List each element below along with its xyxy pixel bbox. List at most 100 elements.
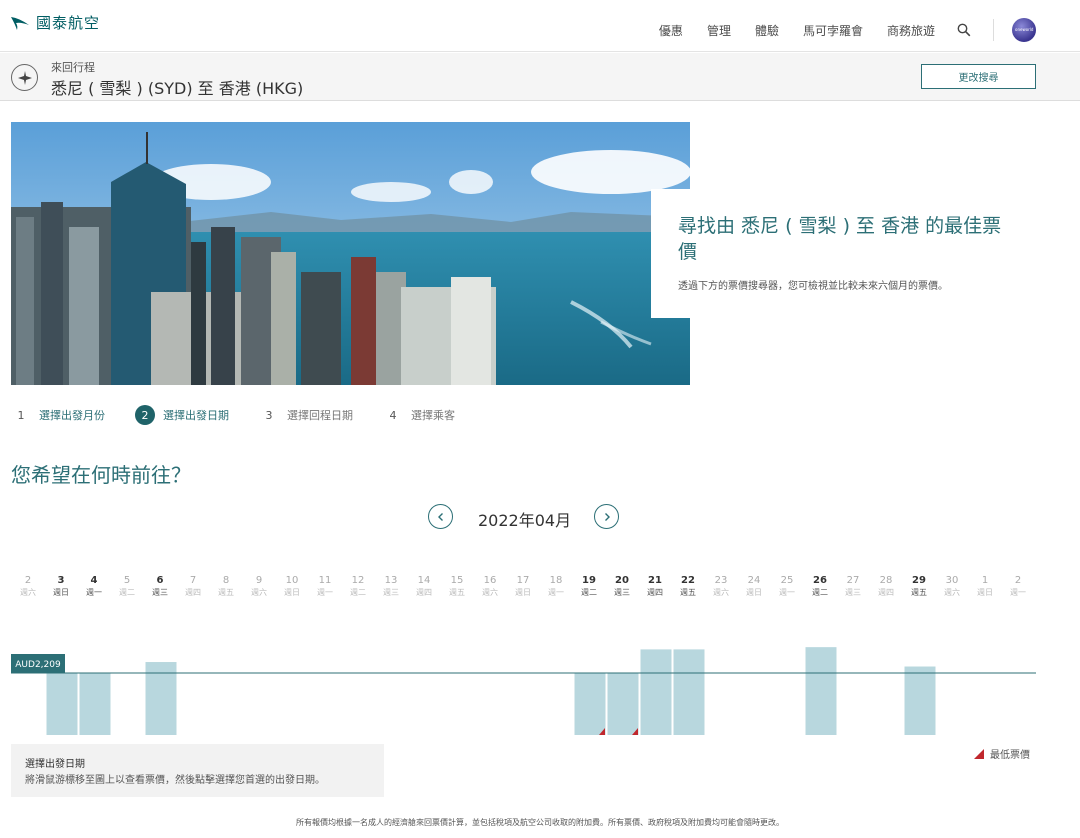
chevron-left-icon [437,512,443,521]
day-number-label: 30 [946,575,959,586]
prev-month-button[interactable] [428,504,453,529]
hero-illustration [11,122,690,385]
day-number-label: 18 [550,575,563,586]
hero-description: 透過下方的票價搜尋器，您可檢視並比較未來六個月的票價。 [678,281,948,292]
lowest-fare-legend: 最低票價 [974,746,1030,761]
step-4-number: 4 [389,408,397,422]
nav-experience[interactable]: 體驗 [755,22,779,39]
weekday-label: 週六 [944,587,960,597]
weekday-label: 週六 [251,587,267,597]
fare-bar[interactable] [79,673,111,735]
day-number-label: 19 [582,575,596,586]
trip-type: 來回行程 [51,61,95,74]
fare-calendar-chart[interactable]: 2週六3週日4週一5週二6週三7週四8週五9週六10週日11週一12週二13週三… [0,570,1080,740]
step-3: 3 選擇回程日期 [259,405,354,425]
plane-icon [11,64,38,91]
fare-bar[interactable] [805,647,837,735]
weekday-label: 週日 [284,588,300,597]
lowest-fare-marker-icon [974,748,984,759]
nav-business-travel[interactable]: 商務旅遊 [887,22,935,39]
weekday-label: 週二 [812,588,828,597]
step-2-number: 2 [135,405,155,425]
month-selector: 2022年04月 [0,504,1080,530]
weekday-label: 週三 [152,588,168,597]
day-number-label: 26 [813,575,827,586]
day-number-label: 14 [418,575,431,586]
nav-offers[interactable]: 優惠 [659,22,683,39]
day-number-label: 27 [847,575,860,586]
step-3-number: 3 [265,408,273,422]
day-number-label: 4 [91,575,98,586]
day-number-label: 16 [484,575,497,586]
weekday-label: 週三 [614,588,630,597]
chevron-right-icon [604,512,610,521]
nav-marco-polo[interactable]: 馬可孛羅會 [803,22,863,39]
weekday-label: 週二 [581,588,597,597]
hero-card: 尋找由 悉尼 ( 雪梨 ) 至 香港 的最佳票價 透過下方的票價搜尋器，您可檢視… [651,189,1030,318]
booking-steps: 1 選擇出發月份 2 選擇出發日期 3 選擇回程日期 4 選擇乘客 [11,404,485,426]
day-number-label: 2 [1015,575,1021,586]
hero-title: 尋找由 悉尼 ( 雪梨 ) 至 香港 的最佳票價 [678,215,1002,263]
footer-disclaimer: 所有報價均根據一名成人的經濟艙來回票價計算，並包括稅項及航空公司收取的附加費。所… [296,818,784,827]
logo-text: 國泰航空 [36,14,101,32]
day-number-label: 9 [256,575,262,586]
weekday-label: 週日 [515,588,531,597]
top-nav-bar: 國泰航空 優惠 管理 體驗 馬可孛羅會 商務旅遊 oneworld [0,0,1080,52]
search-icon[interactable] [957,23,971,37]
next-month-button[interactable] [594,504,619,529]
weekday-label: 週一 [317,588,333,597]
day-number-label: 23 [715,575,728,586]
fare-bar[interactable] [46,673,78,735]
day-number-label: 8 [223,575,229,586]
weekday-label: 週三 [383,588,399,597]
weekday-label: 週二 [119,588,135,597]
nav-manage[interactable]: 管理 [707,22,731,39]
day-number-label: 10 [286,575,299,586]
weekday-label: 週一 [86,588,102,597]
weekday-label: 週一 [548,588,564,597]
step-3-label: 選擇回程日期 [287,409,353,422]
brushwing-logo-icon [11,16,29,30]
step-1[interactable]: 1 選擇出發月份 [11,405,106,425]
edit-search-button[interactable]: 更改搜尋 [921,64,1036,89]
weekday-label: 週日 [977,588,993,597]
day-number-label: 1 [982,575,988,586]
reference-fare-label: AUD2,209 [15,660,61,670]
instruction-title: 選擇出發日期 [25,759,85,770]
weekday-label: 週五 [911,588,927,597]
weekday-label: 週五 [218,588,234,597]
step-2-label: 選擇出發日期 [163,409,229,422]
fare-bar[interactable] [607,673,639,735]
day-number-label: 15 [451,575,464,586]
weekday-label: 週五 [680,588,696,597]
nav-divider [993,19,994,41]
fare-bar[interactable] [673,649,705,735]
hong-kong-harbour-image [11,122,690,385]
weekday-label: 週六 [20,587,36,597]
day-number-label: 29 [912,575,926,586]
cathay-logo[interactable]: 國泰航空 [10,12,100,33]
fare-bar[interactable] [574,673,606,735]
step-4-label: 選擇乘客 [411,409,455,422]
weekday-label: 週四 [185,588,201,597]
step-2[interactable]: 2 選擇出發日期 [135,405,229,425]
weekday-label: 週一 [779,588,795,597]
weekday-label: 週四 [878,588,894,597]
oneworld-badge[interactable]: oneworld [1012,18,1036,42]
weekday-label: 週日 [53,588,69,597]
weekday-label: 週四 [647,588,663,597]
weekday-label: 週四 [416,588,432,597]
day-number-label: 11 [319,575,332,586]
weekday-label: 週六 [713,587,729,597]
instruction-text: 將滑鼠游標移至圖上以查看票價，然後點擊選擇您首選的出發日期。 [25,775,325,786]
instruction-box: 選擇出發日期 將滑鼠游標移至圖上以查看票價，然後點擊選擇您首選的出發日期。 [11,744,384,797]
weekday-label: 週六 [482,587,498,597]
day-number-label: 5 [124,575,130,586]
step-4: 4 選擇乘客 [383,405,456,425]
day-number-label: 7 [190,575,196,586]
day-number-label: 12 [352,575,365,586]
fare-bar[interactable] [640,649,672,735]
day-number-label: 24 [748,575,761,586]
fare-bar[interactable] [904,666,936,735]
weekday-label: 週五 [449,588,465,597]
